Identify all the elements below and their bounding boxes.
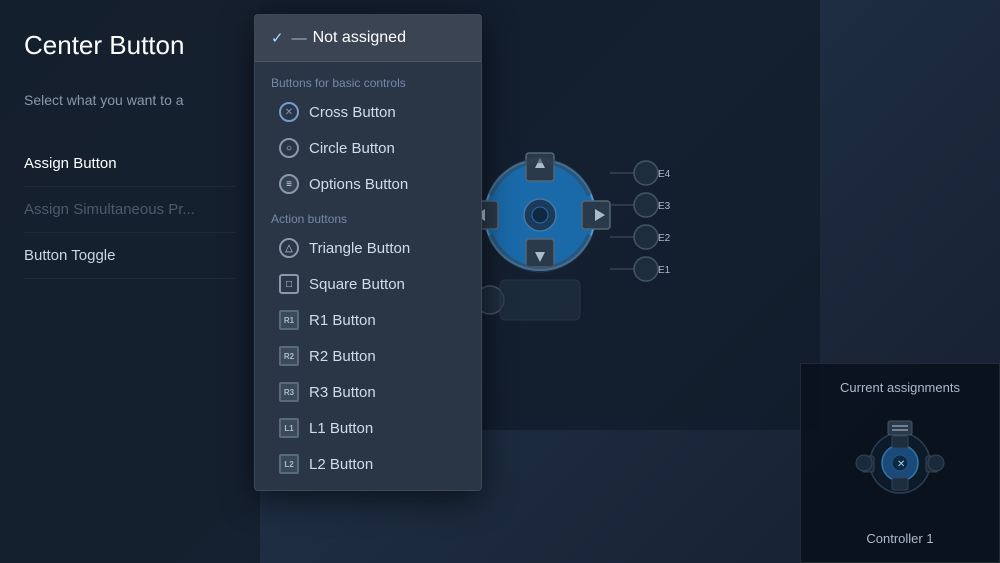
dropdown-item-l1[interactable]: L1 L1 Button	[255, 410, 481, 446]
dropdown-item-r1[interactable]: R1 R1 Button	[255, 302, 481, 338]
square-icon: □	[279, 274, 299, 294]
left-panel: Center Button Select what you want to a …	[0, 0, 260, 563]
circle-icon: ○	[279, 138, 299, 158]
dash-icon: —	[292, 30, 307, 47]
selected-text: Not assigned	[313, 29, 406, 47]
dropdown-item-square[interactable]: □ Square Button	[255, 266, 481, 302]
l1-icon: L1	[279, 418, 299, 438]
circle-label: Circle Button	[309, 140, 395, 157]
cross-label: Cross Button	[309, 104, 396, 121]
dropdown-selected-item[interactable]: ✓ — Not assigned	[255, 15, 481, 62]
section-basic-label: Buttons for basic controls	[255, 66, 481, 94]
dropdown-item-circle[interactable]: ○ Circle Button	[255, 130, 481, 166]
r2-icon: R2	[279, 346, 299, 366]
dropdown-item-options[interactable]: ≡ Options Button	[255, 166, 481, 202]
svg-text:✕: ✕	[897, 459, 905, 470]
r1-label: R1 Button	[309, 312, 376, 329]
l2-label: L2 Button	[309, 456, 373, 473]
square-label: Square Button	[309, 276, 405, 293]
svg-text:E1: E1	[658, 265, 671, 276]
dropdown-item-cross[interactable]: ✕ Cross Button	[255, 94, 481, 130]
dropdown-menu[interactable]: ✓ — Not assigned Buttons for basic contr…	[254, 14, 482, 491]
dropdown-item-triangle[interactable]: △ Triangle Button	[255, 230, 481, 266]
dropdown-item-l2[interactable]: L2 L2 Button	[255, 446, 481, 482]
assignments-title: Current assignments	[840, 380, 960, 395]
options-icon: ≡	[279, 174, 299, 194]
r2-label: R2 Button	[309, 348, 376, 365]
r1-icon: R1	[279, 310, 299, 330]
l1-label: L1 Button	[309, 420, 373, 437]
svg-text:E3: E3	[658, 201, 671, 212]
menu-item-assign-button[interactable]: Assign Button	[24, 141, 236, 187]
menu-item-assign-simultaneous: Assign Simultaneous Pr...	[24, 187, 236, 233]
assignments-svg: ✕	[840, 408, 960, 518]
l2-icon: L2	[279, 454, 299, 474]
r3-label: R3 Button	[309, 384, 376, 401]
svg-text:E4: E4	[658, 169, 671, 180]
section-action-label: Action buttons	[255, 202, 481, 230]
menu-item-button-toggle[interactable]: Button Toggle	[24, 233, 236, 279]
dropdown-item-r2[interactable]: R2 R2 Button	[255, 338, 481, 374]
checkmark-icon: ✓	[271, 29, 284, 47]
options-label: Options Button	[309, 176, 408, 193]
r3-icon: R3	[279, 382, 299, 402]
assignments-controller-label: Controller 1	[866, 531, 933, 546]
svg-text:E2: E2	[658, 233, 671, 244]
select-hint: Select what you want to a	[24, 91, 236, 111]
assignments-panel: Current assignments ✕ Controller 1	[800, 363, 1000, 563]
page-title: Center Button	[24, 30, 236, 61]
triangle-label: Triangle Button	[309, 240, 410, 257]
triangle-icon: △	[279, 238, 299, 258]
dropdown-item-r3[interactable]: R3 R3 Button	[255, 374, 481, 410]
cross-icon: ✕	[279, 102, 299, 122]
